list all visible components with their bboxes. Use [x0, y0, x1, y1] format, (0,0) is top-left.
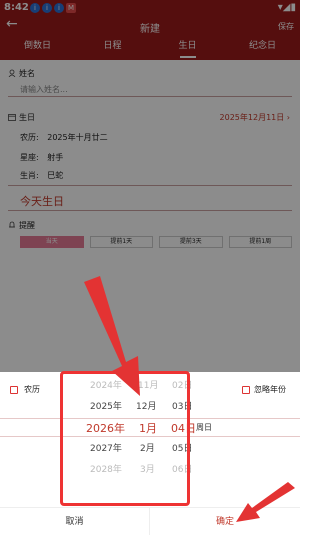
- annotation-arrow-down: [84, 276, 140, 396]
- annotation-arrow-to-confirm: [236, 482, 295, 522]
- annotation-arrows: [84, 276, 295, 522]
